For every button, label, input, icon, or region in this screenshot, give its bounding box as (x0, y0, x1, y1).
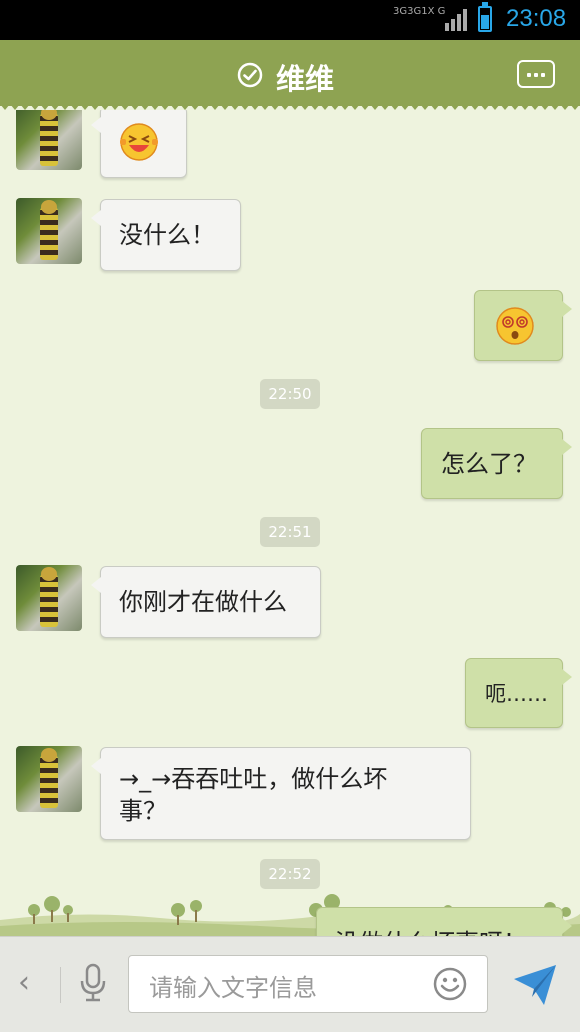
message-text: 没什么！ (119, 221, 215, 249)
input-placeholder: 请输入文字信息 (149, 974, 317, 1002)
network-label: 1X (421, 6, 435, 17)
status-bar: 3G3G1X G 23:08 (0, 0, 580, 40)
message-bubble-incoming[interactable]: 你刚才在做什么 (91, 566, 321, 638)
divider (60, 967, 61, 1003)
chat-message-list[interactable]: 没什么！ 22:50 怎么了？ 22:51 你刚才在做什么 呃…… →_→吞吞吐… (0, 110, 580, 936)
message-text: 呃…… (485, 682, 548, 706)
message-bubble-incoming[interactable]: →_→吞吞吐吐，做什么坏事？ (91, 747, 471, 840)
message-bubble-outgoing[interactable] (474, 290, 572, 361)
message-text: 没做什么坏事呀！ (335, 927, 562, 936)
check-circle-icon (237, 62, 263, 88)
network-indicator: 3G3G1X G (393, 6, 445, 17)
battery-icon (478, 2, 492, 32)
chevron-left-icon[interactable]: ‹ (18, 965, 30, 1000)
message-text: →_→吞吞吐吐，做什么坏事？ (119, 765, 388, 825)
more-dots-icon[interactable] (517, 60, 555, 88)
laughing-face-emoji (120, 123, 158, 161)
send-icon[interactable] (512, 961, 558, 1007)
message-text: 怎么了？ (441, 450, 537, 478)
message-text: 你刚才在做什么 (119, 588, 287, 616)
smiley-icon[interactable] (433, 967, 467, 1001)
network-label: 3G (393, 6, 408, 17)
message-bubble-outgoing[interactable]: 呃…… (465, 658, 572, 728)
contact-avatar[interactable] (16, 746, 82, 812)
message-bubble-incoming[interactable]: 没什么！ (91, 199, 241, 271)
message-bubble-outgoing[interactable]: 怎么了？ (421, 428, 572, 499)
contact-avatar[interactable] (16, 198, 82, 264)
contact-avatar[interactable] (16, 110, 82, 170)
contact-avatar[interactable] (16, 565, 82, 631)
message-timestamp: 22:50 (260, 379, 320, 409)
signal-icon (445, 9, 467, 31)
contact-name-title: 维维 (276, 62, 335, 96)
microphone-icon[interactable] (78, 963, 108, 1003)
header-zigzag-edge (0, 102, 580, 110)
dizzy-face-emoji (496, 307, 534, 345)
message-bubble-outgoing[interactable]: 没做什么坏事呀！ (316, 907, 572, 936)
network-label: 3G (407, 6, 422, 17)
status-time: 23:08 (506, 5, 567, 32)
message-timestamp: 22:51 (260, 517, 320, 547)
input-bar: ‹ 请输入文字信息 (0, 936, 580, 1032)
message-timestamp: 22:52 (260, 859, 320, 889)
message-bubble-incoming[interactable] (91, 110, 187, 178)
message-input[interactable]: 请输入文字信息 (128, 955, 488, 1013)
